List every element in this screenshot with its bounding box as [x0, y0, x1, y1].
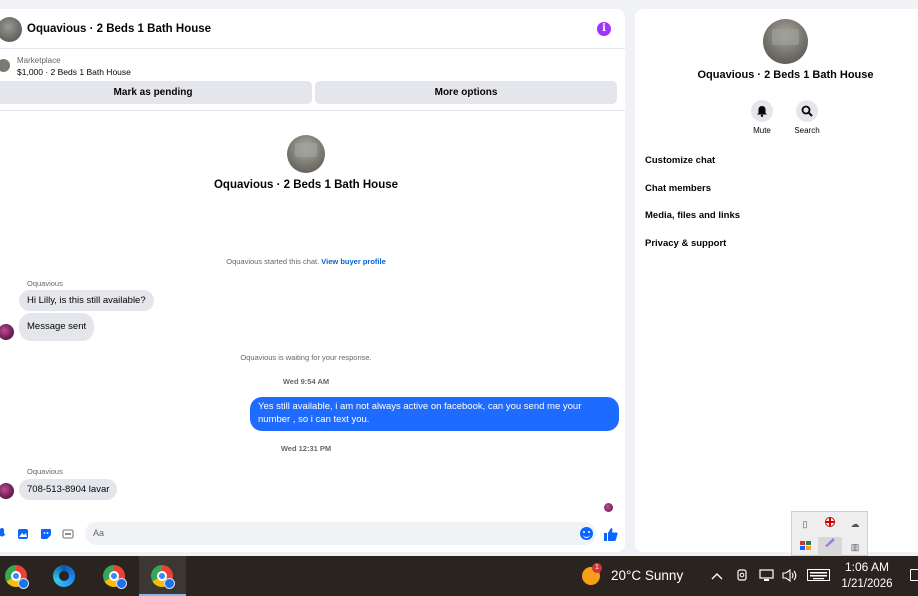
chat-intro-avatar: [287, 135, 325, 173]
gif-icon[interactable]: [61, 528, 74, 541]
sticker-icon[interactable]: [39, 528, 52, 541]
incoming-message[interactable]: 708-513-8904 lavar: [19, 479, 118, 500]
info-icon[interactable]: i: [597, 22, 611, 36]
clock-time[interactable]: 1:06 AM: [840, 560, 894, 574]
mark-as-pending-button[interactable]: Mark as pending: [0, 81, 312, 104]
info-avatar[interactable]: [763, 19, 808, 64]
conversation-title[interactable]: Oquavious · 2 Beds 1 Bath House: [27, 23, 211, 35]
sender-avatar[interactable]: [0, 324, 14, 340]
outgoing-message[interactable]: Yes still available, i am not always act…: [250, 397, 619, 431]
meet-now-icon[interactable]: [736, 569, 748, 585]
search-label: Search: [794, 126, 820, 135]
chat-start-notice: Oquavious started this chat. View buyer …: [0, 257, 612, 266]
network-icon[interactable]: [759, 569, 774, 585]
message-sender: Oquavious: [27, 467, 63, 476]
taskbar-edge[interactable]: [41, 556, 88, 596]
color-app-icon[interactable]: [798, 540, 812, 554]
cloud-offline-icon[interactable]: ☁: [848, 517, 862, 531]
menu-chat-members[interactable]: Chat members: [645, 183, 711, 194]
edge-browser-icon: [53, 565, 75, 587]
taskbar-chrome-2[interactable]: [91, 556, 138, 596]
seen-receipt-avatar: [604, 503, 613, 512]
info-title: Oquavious · 2 Beds 1 Bath House: [697, 69, 874, 81]
profile-badge-icon: [18, 578, 29, 589]
conversation-avatar[interactable]: [0, 17, 22, 42]
microphone-icon[interactable]: [0, 528, 8, 541]
message-input-placeholder: Aa: [93, 528, 105, 538]
menu-customize-chat[interactable]: Customize chat: [645, 155, 715, 166]
usb-drive-icon[interactable]: ▯: [798, 517, 812, 531]
clock-date[interactable]: 1/21/2026: [836, 578, 898, 590]
tray-overflow-popup: ▯ ☁ ▥: [791, 511, 868, 557]
mute-label: Mute: [753, 126, 771, 135]
chat-panel: Oquavious · 2 Beds 1 Bath House i Market…: [0, 9, 625, 552]
menu-privacy-support[interactable]: Privacy & support: [645, 238, 726, 249]
weather-alert-badge: 1: [592, 563, 602, 573]
menu-media-files-links[interactable]: Media, files and links: [645, 210, 740, 221]
incoming-message[interactable]: Message sent: [19, 313, 95, 341]
pen-tool-icon[interactable]: [818, 537, 842, 557]
marketplace-label: Marketplace: [17, 56, 61, 65]
taskbar-chrome-3[interactable]: [139, 556, 186, 596]
profile-badge-icon: [116, 578, 127, 589]
listing-summary[interactable]: $1,000 · 2 Beds 1 Bath House: [17, 67, 131, 77]
listing-actions: Mark as pending More options: [0, 81, 625, 104]
gallery-icon[interactable]: [16, 528, 29, 541]
listing-thumbnail[interactable]: [0, 59, 10, 72]
chat-start-text: Oquavious started this chat.: [226, 257, 320, 266]
sender-avatar[interactable]: [0, 483, 14, 499]
header-divider: [0, 110, 625, 111]
more-options-button[interactable]: More options: [315, 81, 617, 104]
weather-widget[interactable]: 20°C Sunny: [611, 568, 683, 583]
volume-icon[interactable]: [782, 568, 798, 585]
conversation-info-panel: Oquavious · 2 Beds 1 Bath House Mute Sea…: [635, 9, 918, 552]
search-button[interactable]: [796, 100, 818, 122]
view-buyer-profile-link[interactable]: View buyer profile: [321, 257, 385, 266]
chevron-up-icon[interactable]: [711, 569, 723, 583]
taskbar: [0, 556, 918, 596]
message-timestamp: Wed 12:31 PM: [280, 444, 332, 453]
chat-intro-title: Oquavious · 2 Beds 1 Bath House: [213, 179, 399, 191]
chat-header: Oquavious · 2 Beds 1 Bath House i: [0, 9, 625, 49]
emoji-icon[interactable]: [580, 527, 593, 540]
incoming-message[interactable]: Hi Lilly, is this still available?: [19, 290, 154, 311]
message-input[interactable]: Aa: [85, 522, 596, 545]
message-timestamp: Wed 9:54 AM: [282, 377, 330, 386]
thumbs-up-icon[interactable]: [604, 527, 618, 543]
waiting-notice: Oquavious is waiting for your response.: [240, 353, 372, 362]
bell-icon: [757, 106, 767, 117]
mute-button[interactable]: [751, 100, 773, 122]
trash-icon[interactable]: ▥: [848, 540, 862, 554]
search-icon: [801, 105, 813, 117]
taskbar-chrome-1[interactable]: [0, 556, 47, 596]
profile-badge-icon: [164, 578, 175, 589]
notification-center-icon[interactable]: [910, 569, 918, 581]
message-sender: Oquavious: [27, 279, 63, 288]
security-shield-icon[interactable]: [823, 517, 837, 531]
keyboard-icon[interactable]: [807, 569, 830, 584]
